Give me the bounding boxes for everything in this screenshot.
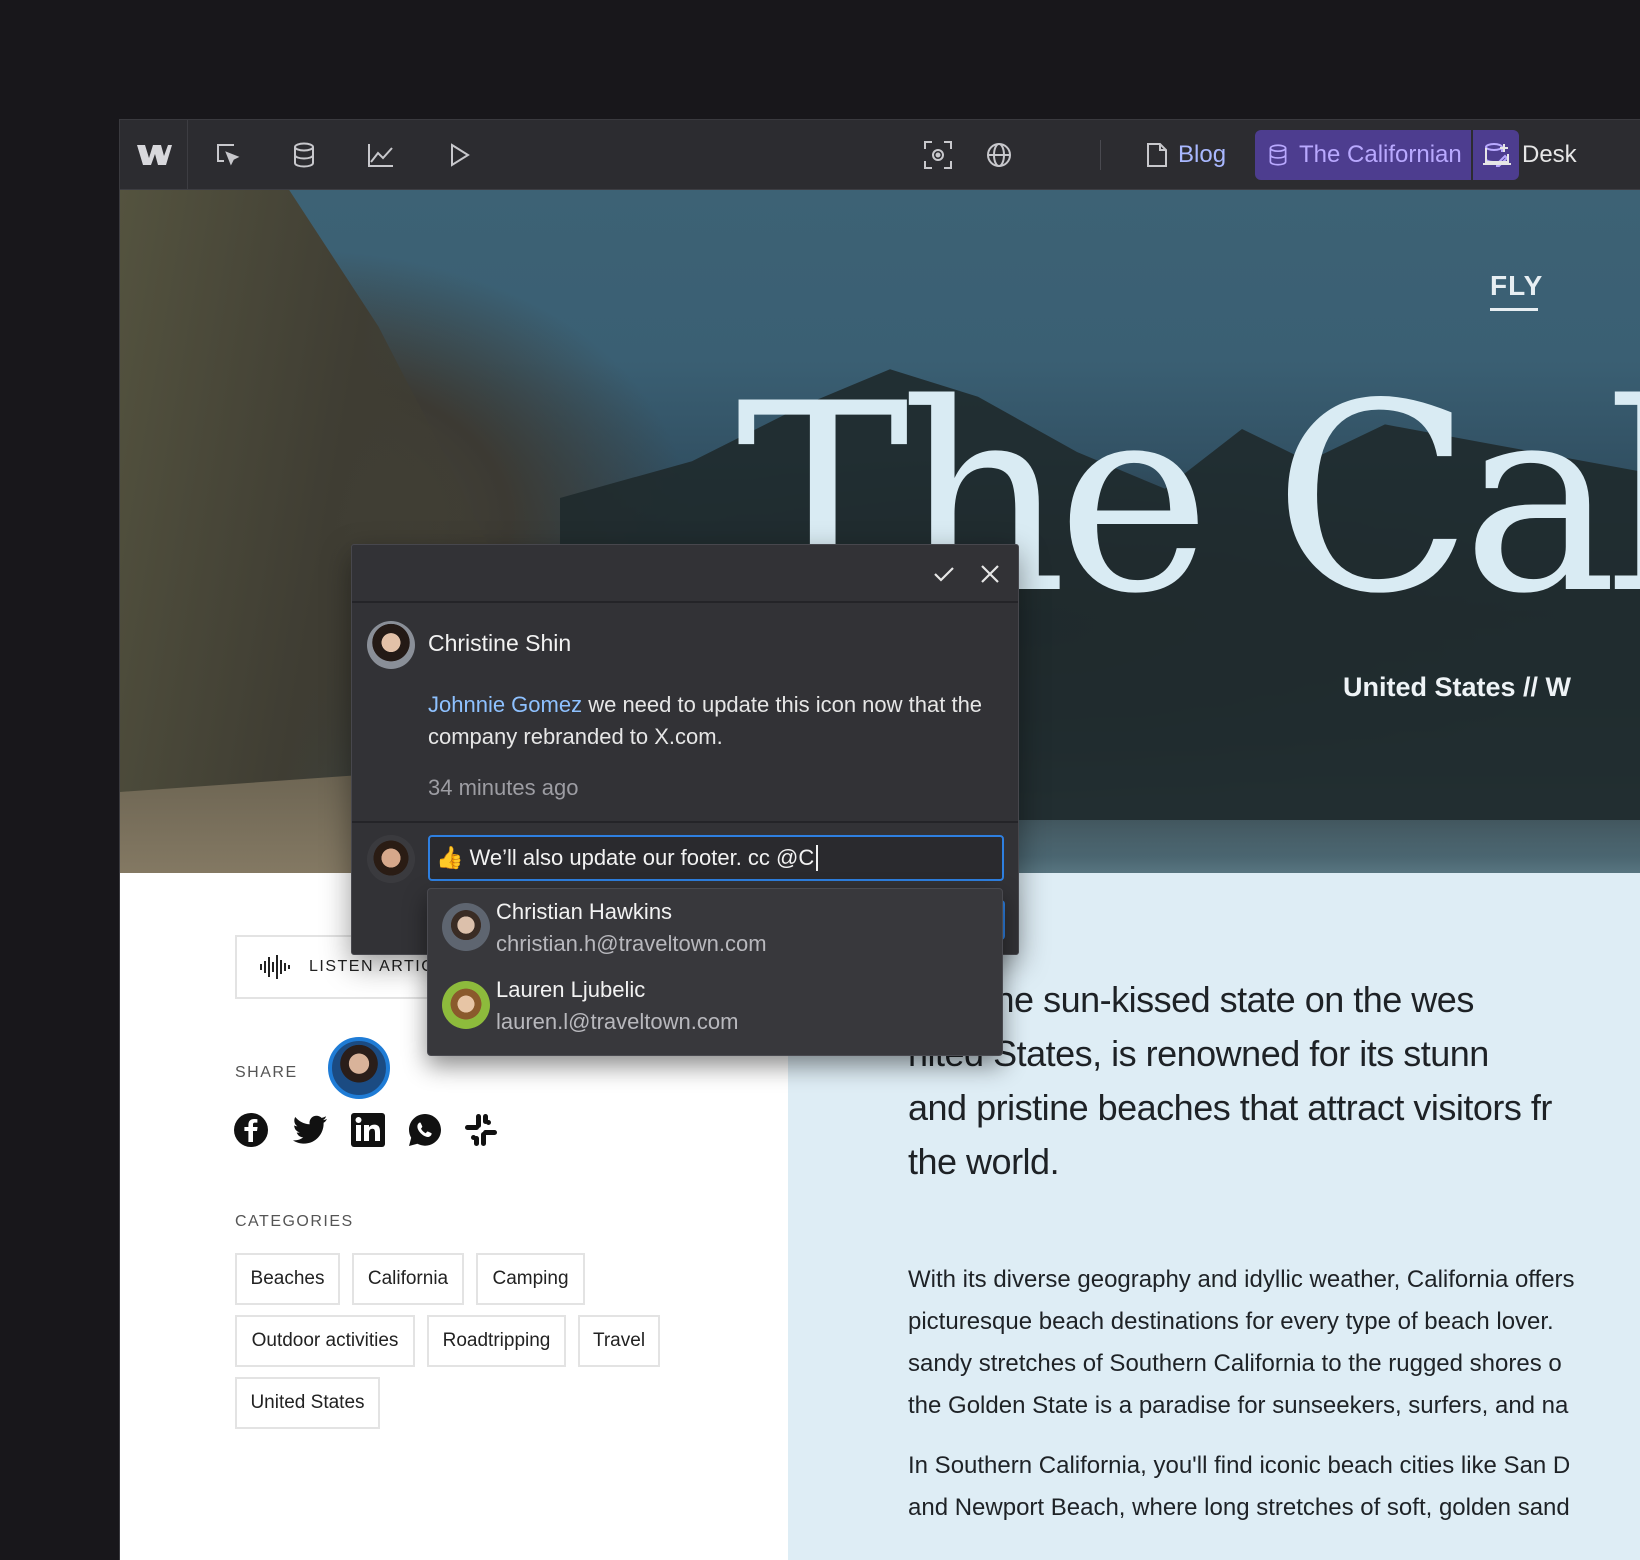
twitter-icon[interactable] [291, 1112, 327, 1148]
paragraph-line: and Newport Beach, where long stretches … [908, 1494, 1570, 1521]
whatsapp-icon[interactable] [407, 1112, 443, 1148]
page-label: Blog [1178, 141, 1227, 168]
tag-camping[interactable]: Camping [476, 1253, 585, 1305]
mention-email: christian.h@traveltown.com [496, 931, 767, 956]
mention-email: lauren.l@traveltown.com [496, 1009, 739, 1034]
comment-text: Johnnie Gomez we need to update this ico… [428, 689, 998, 753]
desktop-icon [1483, 144, 1511, 165]
toolbar-divider [1100, 140, 1101, 170]
analytics-icon[interactable] [363, 137, 399, 173]
tag-beaches[interactable]: Beaches [235, 1253, 340, 1305]
reply-text: 👍 We’ll also update our footer. cc @C [436, 845, 815, 870]
mention-avatar [442, 903, 490, 951]
globe-icon[interactable] [981, 137, 1017, 173]
webflow-logo-button[interactable] [120, 120, 188, 190]
audio-waveform-icon [260, 955, 290, 979]
comment-timestamp: 34 minutes ago [428, 775, 579, 800]
text-caret [816, 845, 819, 871]
dialog-header [352, 545, 1018, 603]
lede-line: rnia, the sun-kissed state on the wes [908, 979, 1474, 1020]
tag-california[interactable]: California [352, 1253, 464, 1305]
paragraph-line: picturesque beach destinations for every… [908, 1308, 1554, 1335]
mention-suggestions: Christian Hawkins christian.h@traveltown… [427, 888, 1003, 1056]
dialog-divider [352, 821, 1018, 823]
collaborator-avatar[interactable] [328, 1037, 390, 1099]
collection-selector[interactable]: The Californian [1255, 130, 1471, 180]
resolve-check-icon[interactable] [929, 559, 959, 589]
article-paragraph-2: In Southern California, you'll find icon… [908, 1445, 1640, 1529]
top-toolbar: Blog The Californian Desk [120, 120, 1640, 190]
tag-outdoor-activities[interactable]: Outdoor activities [235, 1315, 415, 1367]
webflow-logo-icon [136, 144, 172, 165]
lede-line: and pristine beaches that attract visito… [908, 1087, 1552, 1128]
collection-icon [1269, 144, 1287, 166]
nav-underline [1490, 308, 1538, 311]
paragraph-line: sandy stretches of Southern California t… [908, 1350, 1562, 1377]
lede-line: the world. [908, 1141, 1060, 1182]
page-icon [1147, 143, 1167, 167]
slack-icon[interactable] [463, 1112, 499, 1148]
breakpoint-selector[interactable]: Desk [1482, 137, 1577, 173]
current-user-avatar [367, 835, 415, 883]
article-lede: rnia, the sun-kissed state on the wes ni… [908, 973, 1640, 1189]
comment-author-avatar [367, 621, 415, 669]
mention-option[interactable]: Lauren Ljubelic lauren.l@traveltown.com [428, 967, 1002, 1045]
paragraph-line: With its diverse geography and idyllic w… [908, 1266, 1575, 1293]
screenshot-icon[interactable] [920, 137, 956, 173]
mention-avatar [442, 981, 490, 1029]
paragraph-line: In Southern California, you'll find icon… [908, 1452, 1571, 1479]
mention-name: Christian Hawkins [496, 899, 673, 924]
tag-travel[interactable]: Travel [578, 1315, 660, 1367]
mention-option[interactable]: Christian Hawkins christian.h@traveltown… [428, 889, 1002, 967]
select-icon[interactable] [210, 137, 246, 173]
preview-icon[interactable] [441, 137, 477, 173]
mention-name: Lauren Ljubelic [496, 977, 646, 1002]
tag-united-states[interactable]: United States [235, 1377, 380, 1429]
listen-label: LISTEN ARTIC [309, 958, 435, 975]
cms-icon[interactable] [286, 137, 322, 173]
comment-mention[interactable]: Johnnie Gomez [428, 692, 582, 717]
collection-label: The Californian [1299, 141, 1462, 168]
hero-subtitle: United States // W [1343, 672, 1572, 702]
designer-window: Blog The Californian Desk FLY The Cali U… [119, 119, 1640, 1560]
linkedin-icon[interactable] [350, 1112, 386, 1148]
page-selector[interactable]: Blog [1146, 137, 1226, 173]
article-paragraph-1: With its diverse geography and idyllic w… [908, 1259, 1640, 1427]
nav-link-fly[interactable]: FLY [1490, 270, 1543, 302]
breakpoint-label: Desk [1522, 141, 1577, 168]
close-icon[interactable] [975, 559, 1005, 589]
comment-author: Christine Shin [428, 630, 572, 656]
share-label: SHARE [235, 1064, 298, 1081]
reply-input[interactable]: 👍 We’ll also update our footer. cc @C [428, 835, 1004, 881]
facebook-icon[interactable] [233, 1112, 269, 1148]
tag-roadtripping[interactable]: Roadtripping [427, 1315, 566, 1367]
categories-label: CATEGORIES [235, 1213, 354, 1230]
paragraph-line: the Golden State is a paradise for sunse… [908, 1392, 1569, 1419]
lede-line: nited States, is renowned for its stunn [908, 1033, 1489, 1074]
